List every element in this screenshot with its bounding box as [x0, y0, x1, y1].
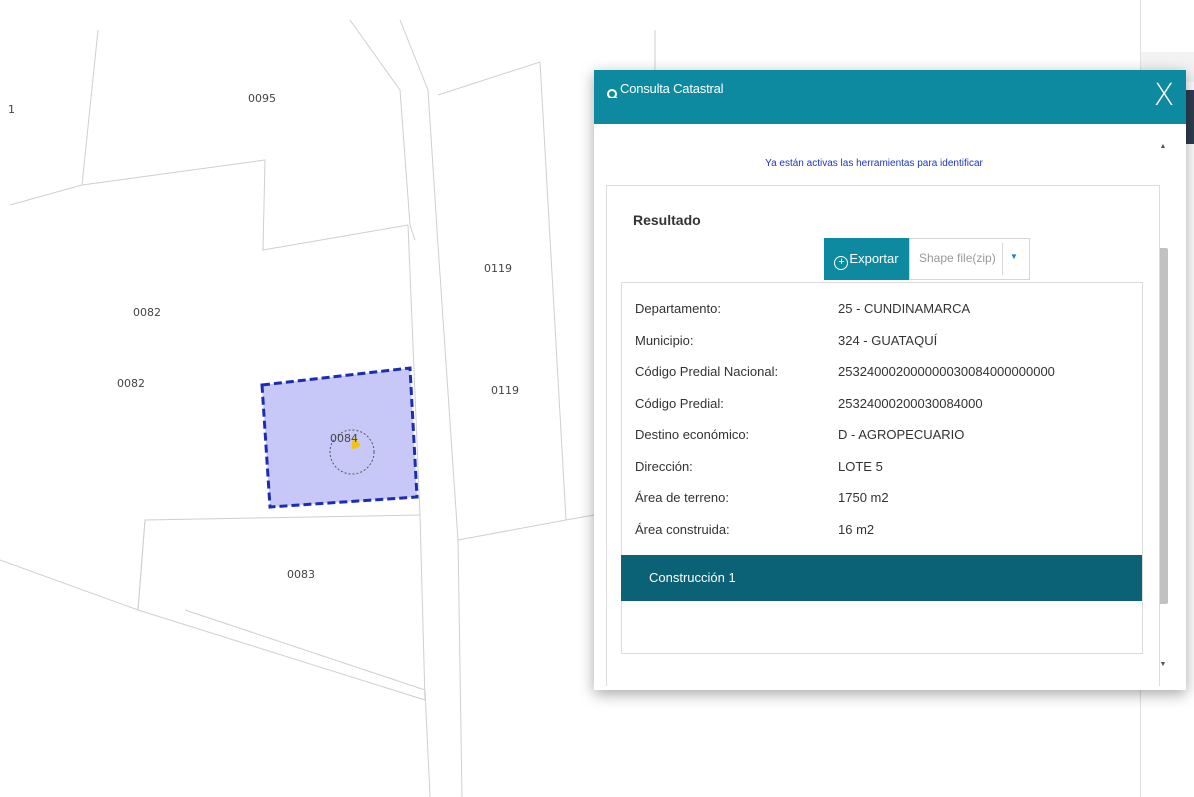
info-key: Destino económico: [635, 427, 750, 442]
result-card: Resultado + Exportar Shape file(zip) ▼ De… [606, 185, 1160, 686]
info-row-municipio: Municipio: 324 - GUATAQUÍ [635, 333, 1135, 353]
info-key: Área construida: [635, 522, 730, 537]
export-button[interactable]: + Exportar [824, 238, 909, 280]
info-row-direccion: Dirección: LOTE 5 [635, 459, 1135, 479]
parcel-label: 0119 [484, 262, 512, 275]
identify-tools-notice: Ya están activas las herramientas para i… [765, 158, 983, 169]
info-row-destino-economico: Destino económico: D - AGROPECUARIO [635, 427, 1135, 447]
dialog-title: Consulta Catastral [620, 81, 724, 96]
info-row-codigo-predial-nacional: Código Predial Nacional: 253240002000000… [635, 364, 1135, 384]
parcel-label: 1 [8, 103, 15, 116]
add-circle-icon: + [834, 256, 849, 270]
info-key: Municipio: [635, 333, 694, 348]
cadastral-query-dialog: Consulta Catastral X Ya están activas la… [594, 70, 1186, 690]
info-key: Departamento: [635, 301, 721, 316]
construction-label: Construcción 1 [649, 570, 736, 585]
close-button[interactable]: X [1148, 78, 1180, 114]
scroll-up-icon[interactable]: ▲ [1156, 140, 1170, 154]
construction-accordion-header[interactable]: Construcción 1 [621, 555, 1142, 601]
export-label: Exportar [849, 251, 899, 266]
parcel-label: 0095 [248, 92, 276, 105]
info-value: 25324000200030084000 [838, 396, 983, 411]
export-format-select[interactable]: Shape file(zip) ▼ [909, 238, 1030, 280]
export-format-value: Shape file(zip) [919, 251, 996, 265]
info-row-area-terreno: Área de terreno: 1750 m2 [635, 490, 1135, 510]
info-key: Código Predial: [635, 396, 724, 411]
dialog-header[interactable]: Consulta Catastral X [594, 70, 1186, 124]
info-value: 16 m2 [838, 522, 875, 537]
parcel-label: 0084 [330, 432, 358, 445]
select-divider [1002, 243, 1003, 275]
info-value: D - AGROPECUARIO [838, 427, 965, 442]
info-value: 1750 m2 [838, 490, 889, 505]
info-key: Dirección: [635, 459, 693, 474]
info-value: LOTE 5 [838, 459, 883, 474]
parcel-info-box: Departamento: 25 - CUNDINAMARCA Municipi… [621, 282, 1143, 654]
info-key: Área de terreno: [635, 490, 729, 505]
parcel-label: 0082 [133, 306, 161, 319]
info-row-area-construida: Área construida: 16 m2 [635, 522, 1135, 542]
info-value: 25 - CUNDINAMARCA [838, 301, 971, 316]
info-row-departamento: Departamento: 25 - CUNDINAMARCA [635, 301, 1135, 321]
dialog-body[interactable]: Ya están activas las herramientas para i… [594, 124, 1186, 690]
info-row-codigo-predial: Código Predial: 25324000200030084000 [635, 396, 1135, 416]
info-key: Código Predial Nacional: [635, 364, 779, 379]
parcel-label: 0119 [491, 384, 519, 397]
side-panel-tab[interactable] [1185, 90, 1194, 144]
parcel-label: 0082 [117, 377, 145, 390]
result-title: Resultado [633, 212, 701, 228]
parcel-label: 0083 [287, 568, 315, 581]
info-value: 253240002000000030084000000000 [838, 364, 1055, 379]
info-value: 324 - GUATAQUÍ [838, 333, 938, 348]
chevron-down-icon[interactable]: ▼ [1010, 252, 1018, 261]
